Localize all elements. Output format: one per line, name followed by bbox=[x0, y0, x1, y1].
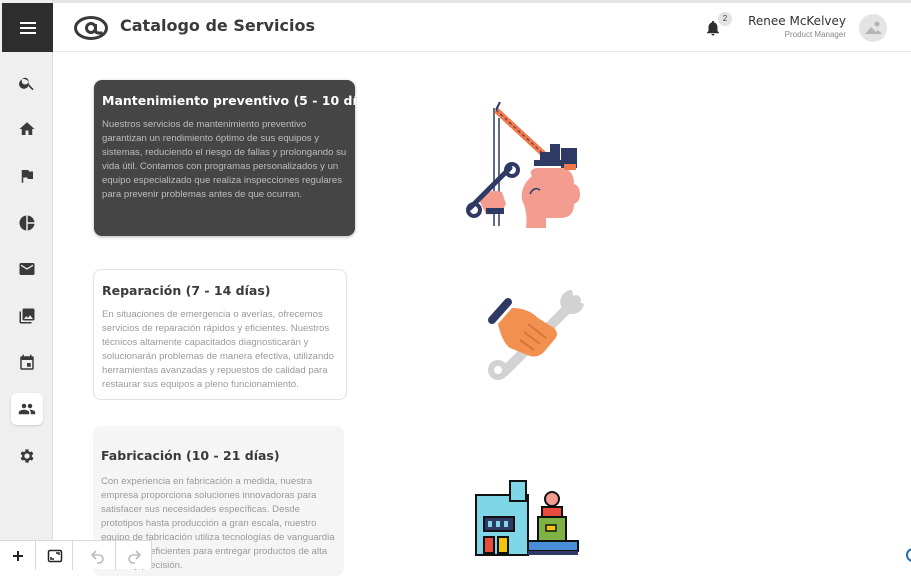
calendar-icon bbox=[20, 354, 34, 370]
page-title: Catalogo de Servicios bbox=[120, 16, 316, 35]
service-title: Mantenimiento preventivo (5 - 10 días) bbox=[102, 93, 379, 108]
sidebar-item-flag[interactable] bbox=[11, 160, 43, 192]
bottom-toolbar bbox=[0, 540, 152, 570]
sidebar bbox=[0, 0, 53, 569]
menu-button[interactable] bbox=[2, 3, 53, 52]
sidebar-item-mail[interactable] bbox=[11, 253, 43, 285]
sidebar-item-home[interactable] bbox=[11, 113, 43, 145]
gallery-icon bbox=[19, 308, 35, 324]
sidebar-item-stats[interactable] bbox=[11, 207, 43, 239]
factory-worker-illustration bbox=[475, 480, 579, 556]
avatar-placeholder-icon bbox=[865, 21, 882, 34]
service-card-repair[interactable]: Reparación (7 - 14 días) En situaciones … bbox=[93, 269, 347, 400]
home-icon bbox=[19, 122, 35, 135]
pie-chart-icon bbox=[19, 215, 35, 231]
user-name: Renee McKelvey bbox=[748, 14, 846, 28]
hand-wrench-illustration bbox=[488, 290, 584, 380]
fit-screen-icon bbox=[47, 549, 62, 562]
redo-button[interactable] bbox=[116, 541, 152, 570]
avatar[interactable] bbox=[859, 14, 887, 42]
search-icon bbox=[19, 77, 34, 91]
service-title: Reparación (7 - 14 días) bbox=[102, 283, 271, 298]
sidebar-item-search[interactable] bbox=[11, 67, 43, 99]
sidebar-item-settings[interactable] bbox=[11, 440, 43, 472]
gear-icon bbox=[20, 449, 34, 463]
flag-icon bbox=[21, 170, 33, 183]
top-header: Catalogo de Servicios 2 Renee McKelvey P… bbox=[53, 3, 911, 52]
sidebar-item-gallery[interactable] bbox=[11, 300, 43, 332]
undo-icon bbox=[90, 549, 104, 564]
service-card-preventive[interactable]: Mantenimiento preventivo (5 - 10 días) N… bbox=[94, 80, 379, 236]
add-icon bbox=[12, 550, 23, 561]
notification-badge: 2 bbox=[718, 12, 732, 26]
service-title: Fabricación (10 - 21 días) bbox=[101, 448, 280, 463]
service-description: En situaciones de emergencia o averías, … bbox=[102, 309, 334, 390]
users-icon bbox=[18, 403, 36, 415]
sidebar-item-users[interactable] bbox=[11, 393, 43, 425]
mail-icon bbox=[19, 263, 35, 275]
undo-button[interactable] bbox=[80, 541, 116, 570]
add-button[interactable] bbox=[0, 541, 36, 570]
service-description: Nuestros servicios de mantenimiento prev… bbox=[102, 119, 347, 200]
crane-head-wrench-illustration bbox=[466, 101, 580, 228]
fit-screen-button[interactable] bbox=[37, 541, 73, 570]
at-sign-logo-icon bbox=[74, 16, 108, 40]
redo-icon bbox=[128, 549, 142, 564]
user-role: Product Manager bbox=[784, 30, 846, 39]
help-widget-button[interactable] bbox=[906, 548, 911, 562]
hamburger-icon bbox=[19, 21, 36, 34]
sidebar-item-calendar[interactable] bbox=[11, 347, 43, 379]
